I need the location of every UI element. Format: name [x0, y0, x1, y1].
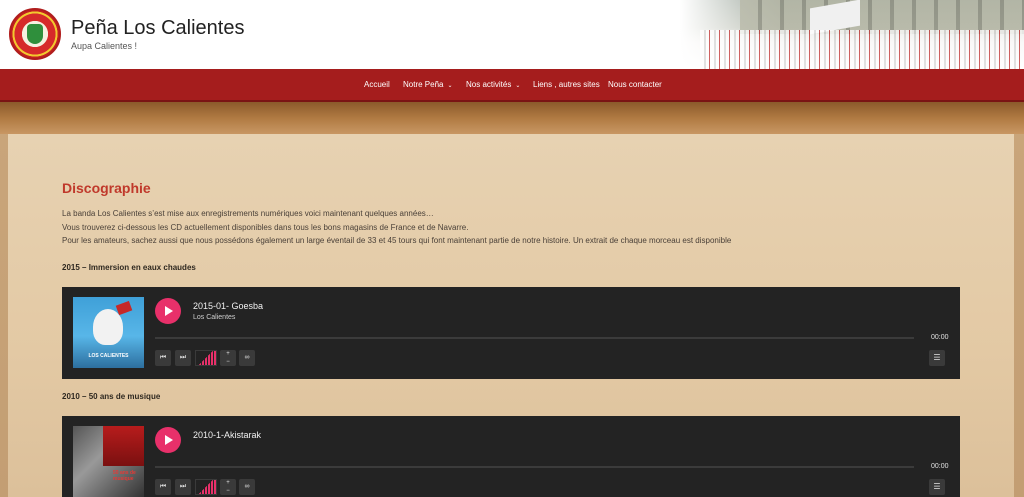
playlist-button[interactable]: ☰ [929, 350, 945, 366]
playlist-icon: ☰ [933, 353, 941, 362]
album-heading: 2015 – Immersion en eaux chaudes [62, 263, 196, 272]
nav-item-accueil[interactable]: Accueil [364, 80, 390, 89]
nav-item-label: Nous contacter [608, 80, 662, 89]
next-icon: ⏭ [179, 354, 187, 361]
speed-control[interactable]: + − [220, 479, 236, 495]
cover-red-panel [103, 426, 144, 466]
previous-track-button[interactable]: ⏮ [155, 350, 171, 366]
next-track-button[interactable]: ⏭ [175, 479, 191, 495]
cover-caption: LOS CALIENTES [88, 353, 129, 359]
time-display: 00:00 [931, 334, 949, 341]
loop-button[interactable]: ∞ [239, 479, 255, 495]
nav-item-label: Liens , autres sites [533, 80, 600, 89]
progress-bar[interactable] [155, 466, 914, 468]
previous-track-button[interactable]: ⏮ [155, 479, 171, 495]
chevron-down-icon: ⌄ [515, 83, 521, 89]
play-button[interactable] [155, 298, 181, 324]
speed-up-icon[interactable]: + [220, 479, 236, 487]
chevron-down-icon: ⌄ [447, 83, 453, 89]
album-cover: 50 ans de musique [73, 426, 144, 497]
playlist-icon: ☰ [933, 482, 941, 491]
header-building-image [740, 0, 1024, 34]
next-track-button[interactable]: ⏭ [175, 350, 191, 366]
header-crowd-image [700, 30, 1024, 69]
intro-paragraph-2: Vous trouverez ci-dessous les CD actuell… [62, 223, 469, 232]
site-title[interactable]: Peña Los Calientes [71, 17, 244, 40]
speed-down-icon[interactable]: − [220, 358, 236, 366]
site-logo[interactable] [9, 8, 61, 60]
volume-bars [196, 351, 216, 365]
album-heading: 2010 – 50 ans de musique [62, 392, 161, 401]
speed-up-icon[interactable]: + [220, 350, 236, 358]
site-header: Peña Los Calientes Aupa Calientes ! [0, 0, 1024, 69]
loop-icon: ∞ [244, 354, 250, 361]
intro-paragraph-1: La banda Los Calientes s’est mise aux en… [62, 209, 434, 218]
nav-item-contact[interactable]: Nous contacter [608, 80, 662, 89]
playlist-button[interactable]: ☰ [929, 479, 945, 495]
cover-flag-image [115, 300, 133, 316]
intro-paragraph-3: Pour les amateurs, sachez aussi que nous… [62, 236, 732, 245]
nav-item-nos-activites[interactable]: Nos activités ⌄ [466, 80, 520, 89]
nav-item-liens[interactable]: Liens , autres sites [533, 80, 600, 89]
previous-icon: ⏮ [159, 354, 167, 361]
main-nav: Accueil Notre Peña ⌄ Nos activités ⌄ Liens… [0, 69, 1024, 102]
nav-item-label: Notre Peña [403, 80, 444, 89]
track-title: 2010-1-Akistarak [193, 430, 262, 440]
volume-slider[interactable] [195, 479, 217, 495]
audio-player: 50 ans de musique 2010-1-Akistarak 00:00… [62, 416, 960, 497]
nav-item-label: Accueil [364, 80, 390, 89]
speed-down-icon[interactable]: − [220, 487, 236, 495]
next-icon: ⏭ [179, 483, 187, 490]
play-button[interactable] [155, 427, 181, 453]
audio-player: LOS CALIENTES 2015-01- Goesba Los Calien… [62, 287, 960, 379]
time-display: 00:00 [931, 463, 949, 470]
volume-slider[interactable] [195, 350, 217, 366]
play-icon [165, 306, 173, 316]
page-title: Discographie [62, 180, 151, 196]
loop-button[interactable]: ∞ [239, 350, 255, 366]
previous-icon: ⏮ [159, 483, 167, 490]
wood-background [0, 102, 1024, 134]
site-tagline: Aupa Calientes ! [71, 41, 138, 51]
logo-emblem-icon [27, 24, 43, 44]
nav-item-notre-pena[interactable]: Notre Peña ⌄ [403, 80, 453, 89]
album-cover: LOS CALIENTES [73, 297, 144, 368]
track-artist: Los Calientes [193, 314, 236, 321]
loop-icon: ∞ [244, 483, 250, 490]
track-title: 2015-01- Goesba [193, 301, 264, 311]
nav-item-label: Nos activités [466, 80, 512, 89]
play-icon [165, 435, 173, 445]
cover-caption: 50 ans de musique [113, 470, 136, 482]
speed-control[interactable]: + − [220, 350, 236, 366]
volume-bars [196, 480, 216, 494]
progress-bar[interactable] [155, 337, 914, 339]
